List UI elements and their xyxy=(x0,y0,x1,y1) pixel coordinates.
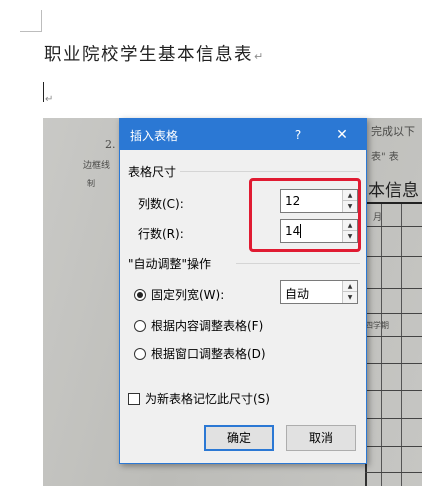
photo-table-line xyxy=(365,446,422,447)
page-corner-mark xyxy=(20,10,42,32)
photo-table-line xyxy=(365,336,422,337)
photo-text: 表" 表 xyxy=(371,152,399,163)
autofit-window-label: 根据窗口调整表格(D) xyxy=(151,347,266,361)
photo-table-border xyxy=(365,202,422,486)
autofit-contents-label: 根据内容调整表格(F) xyxy=(151,319,264,333)
photo-text: 完成以下 xyxy=(371,125,415,138)
photo-table-line xyxy=(365,363,422,364)
photo-table-line xyxy=(401,202,402,486)
spin-up-icon[interactable]: ▲ xyxy=(343,281,357,292)
group-divider xyxy=(236,263,360,264)
autofit-group-label: "自动调整"操作 xyxy=(128,255,216,272)
photo-table-line xyxy=(365,313,422,314)
photo-table-line xyxy=(381,202,382,486)
group-divider xyxy=(180,171,360,172)
autofit-contents-option[interactable]: 根据内容调整表格(F) xyxy=(134,317,263,334)
checkbox-icon[interactable] xyxy=(128,393,140,405)
paragraph-mark: ↵ xyxy=(254,50,265,63)
paragraph-mark-empty: ↵ xyxy=(45,94,54,105)
radio-unselected-icon[interactable] xyxy=(134,348,146,360)
radio-unselected-icon[interactable] xyxy=(134,320,146,332)
fixed-width-spin-buttons: ▲ ▼ xyxy=(342,281,357,303)
close-button[interactable]: ✕ xyxy=(330,125,354,145)
remember-size-option[interactable]: 为新表格记忆此尺寸(S) xyxy=(128,390,270,407)
columns-label: 列数(C): xyxy=(138,197,184,211)
photo-text: 制 xyxy=(87,179,95,188)
document-title-text: 职业院校学生基本信息表 xyxy=(44,45,253,65)
insert-table-dialog: 插入表格 ? ✕ 表格尺寸 列数(C): 12 ▲ ▼ 行数(R): 14 ▲ … xyxy=(119,118,367,464)
photo-text: 2. xyxy=(105,138,116,151)
dialog-title: 插入表格 xyxy=(130,129,179,143)
photo-table-line xyxy=(365,226,422,227)
document-title[interactable]: 职业院校学生基本信息表↵ xyxy=(44,41,265,66)
rows-label: 行数(R): xyxy=(138,227,184,241)
table-size-group-label: 表格尺寸 xyxy=(128,163,181,180)
fixed-width-label: 固定列宽(W): xyxy=(151,288,225,302)
fixed-width-value: 自动 xyxy=(285,287,310,301)
photo-table-line xyxy=(365,288,422,289)
text-cursor xyxy=(43,82,44,102)
remember-size-label: 为新表格记忆此尺寸(S) xyxy=(145,392,270,406)
radio-selected-icon[interactable] xyxy=(134,289,146,301)
fixed-width-option[interactable]: 固定列宽(W): xyxy=(134,286,224,303)
fixed-width-spinner[interactable]: 自动 ▲ ▼ xyxy=(280,280,358,304)
photo-table-line xyxy=(365,390,422,391)
photo-table-line xyxy=(365,202,422,204)
photo-table-line xyxy=(365,418,422,419)
photo-text: 本信息 xyxy=(368,181,419,201)
photo-table-line xyxy=(365,472,422,473)
help-button[interactable]: ? xyxy=(288,125,308,145)
autofit-window-option[interactable]: 根据窗口调整表格(D) xyxy=(134,345,266,362)
photo-table-line xyxy=(365,256,422,257)
cancel-button[interactable]: 取消 xyxy=(286,425,356,451)
spin-down-icon[interactable]: ▼ xyxy=(343,292,357,303)
ok-button[interactable]: 确定 xyxy=(204,425,274,451)
dialog-titlebar[interactable]: 插入表格 ? ✕ xyxy=(120,119,366,150)
highlight-box xyxy=(249,178,361,252)
photo-text: 边框线 xyxy=(83,161,111,171)
